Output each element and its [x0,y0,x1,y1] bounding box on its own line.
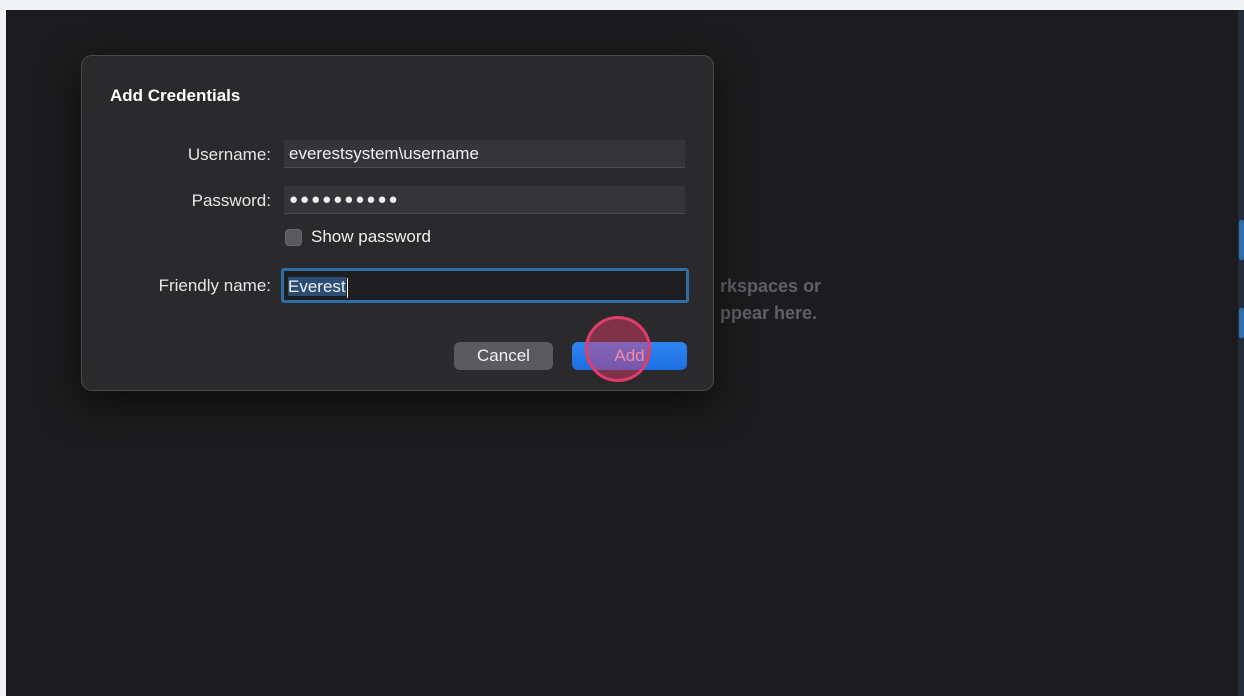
show-password-checkbox[interactable] [285,228,302,246]
window-edge [1238,10,1244,696]
show-password-option[interactable]: Show password [285,227,431,247]
password-field[interactable]: ●●●●●●●●●● [284,186,685,214]
show-password-label[interactable]: Show password [311,227,431,247]
text-caret [346,277,348,298]
username-label: Username: [187,145,271,164]
friendly-name-value: Everest [288,277,346,296]
click-indicator [585,316,651,382]
empty-state-line-1: rkspaces or [720,276,822,296]
empty-state-line-2: ppear here. [720,303,818,323]
friendly-name-field[interactable]: Everest [281,268,689,303]
edge-highlight [1239,220,1244,260]
username-field[interactable]: everestsystem\username [284,140,685,168]
friendly-name-label: Friendly name: [158,276,271,295]
add-credentials-dialog: Add Credentials Username: everestsystem\… [81,55,714,391]
password-label: Password: [191,191,271,210]
dialog-title: Add Credentials [110,86,241,105]
empty-state-message: rkspaces or ppear here. [720,273,860,327]
edge-highlight [1239,308,1244,338]
cancel-button[interactable]: Cancel [454,342,553,370]
